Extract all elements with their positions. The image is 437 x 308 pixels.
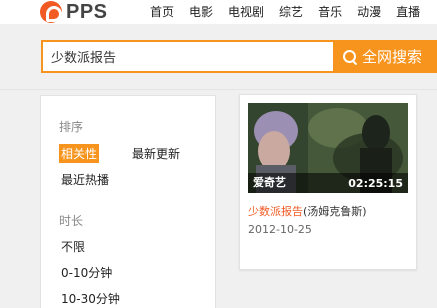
result-card: 爱奇艺 02:25:15 少数派报告(汤姆克鲁斯) 2012-10-25 (239, 94, 417, 270)
nav-item-anime[interactable]: 动漫 (357, 3, 381, 20)
pps-logo[interactable]: PPS (40, 1, 108, 23)
nav-item-variety[interactable]: 综艺 (279, 3, 303, 20)
search-icon (343, 49, 357, 64)
sort-option-latest-update[interactable]: 最新更新 (132, 145, 180, 162)
video-duration: 02:25:15 (348, 177, 403, 190)
video-title-rest: (汤姆克鲁斯) (303, 205, 367, 218)
nav-item-live[interactable]: 直播 (396, 3, 420, 20)
brand-name: PPS (66, 0, 108, 23)
duration-option-0-10[interactable]: 0-10分钟 (61, 264, 112, 281)
video-thumbnail[interactable]: 爱奇艺 02:25:15 (248, 103, 408, 193)
filter-panel: 排序 相关性 最新更新 最近热播 时长 不限 0-10分钟 10-30分钟 (40, 95, 216, 308)
sort-option-recently-popular[interactable]: 最近热播 (61, 171, 109, 188)
pps-logo-icon (40, 1, 62, 23)
duration-group-title: 时长 (59, 214, 84, 228)
nav-item-music[interactable]: 音乐 (318, 3, 342, 20)
nav-item-home[interactable]: 首页 (150, 3, 174, 20)
search-button-label: 全网搜索 (362, 48, 423, 66)
video-source-label: 爱奇艺 (253, 176, 286, 189)
top-navigation-bar: PPS 首页 电影 电视剧 综艺 音乐 动漫 直播 (0, 0, 437, 24)
main-nav: 首页 电影 电视剧 综艺 音乐 动漫 直播 (150, 3, 435, 20)
video-title-highlight: 少数派报告 (248, 205, 303, 218)
thumbnail-info-bar: 爱奇艺 02:25:15 (248, 173, 408, 193)
nav-item-tv-series[interactable]: 电视剧 (228, 3, 264, 20)
sort-option-relevance[interactable]: 相关性 (59, 144, 100, 163)
duration-option-any[interactable]: 不限 (61, 238, 85, 255)
duration-option-10-30[interactable]: 10-30分钟 (61, 290, 120, 307)
search-all-web-button[interactable]: 全网搜索 (335, 40, 437, 73)
video-date: 2012-10-25 (248, 223, 312, 236)
sort-group-title: 排序 (59, 120, 84, 134)
search-area: 全网搜索 (0, 30, 437, 90)
video-title-link[interactable]: 少数派报告(汤姆克鲁斯) (248, 203, 367, 219)
nav-item-movies[interactable]: 电影 (189, 3, 213, 20)
search-input[interactable] (41, 40, 335, 73)
